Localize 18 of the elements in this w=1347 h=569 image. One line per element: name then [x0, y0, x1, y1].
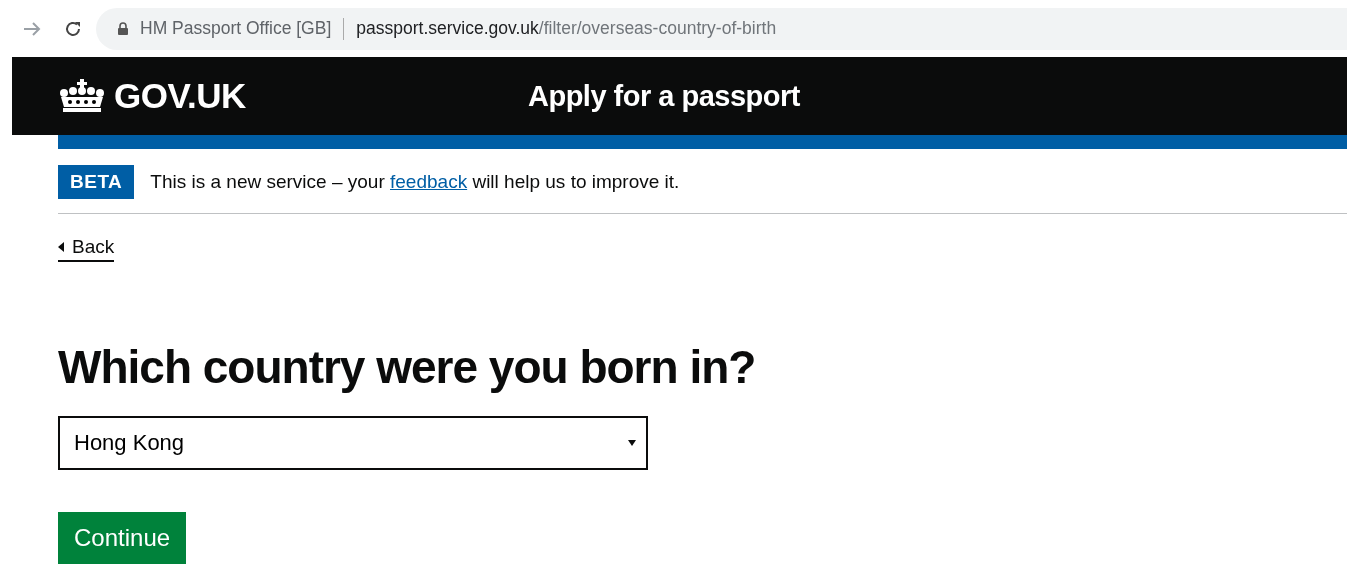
continue-button[interactable]: Continue: [58, 512, 187, 564]
crown-icon: [58, 79, 106, 113]
service-name[interactable]: Apply for a passport: [528, 79, 800, 113]
back-link[interactable]: Back: [58, 236, 115, 262]
lock-icon: [118, 22, 128, 35]
country-select[interactable]: Hong Kong: [58, 416, 648, 470]
address-bar[interactable]: HM Passport Office [GB] passport.service.gov.uk/filter/overseas-country-of-birth: [96, 7, 1347, 50]
page-heading: Which country were you born in?: [58, 340, 757, 394]
dropdown-caret-icon: [628, 440, 636, 446]
url-text: passport.service.gov.uk/filter/overseas-country-of-birth: [356, 18, 777, 39]
reload-icon[interactable]: [64, 19, 82, 38]
logo-text[interactable]: GOV.UK: [114, 76, 246, 116]
forward-icon[interactable]: [22, 20, 42, 37]
phase-tag: BETA: [58, 165, 135, 199]
site-name: HM Passport Office [GB]: [140, 18, 332, 39]
back-arrow-icon: [58, 242, 64, 252]
phase-banner-text: This is a new service – your feedback will help us to improve it.: [150, 171, 680, 193]
feedback-link[interactable]: feedback: [390, 171, 468, 192]
